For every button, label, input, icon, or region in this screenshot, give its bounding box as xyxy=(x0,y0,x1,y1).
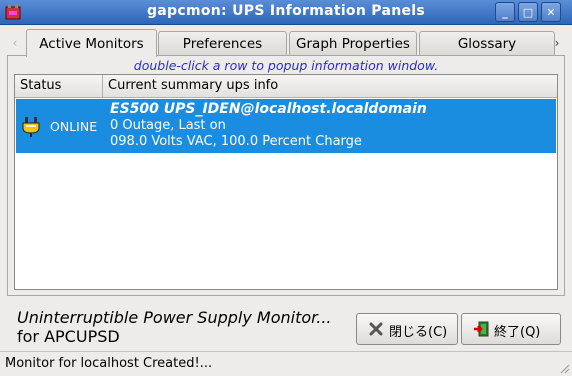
quit-button[interactable]: 終了(Q) xyxy=(461,313,561,345)
exit-door-icon xyxy=(474,321,489,337)
tab-scroll-left-icon[interactable]: ‹ xyxy=(10,33,20,53)
active-monitors-panel: double-click a row to popup information … xyxy=(7,55,565,296)
quit-button-label: 終了(Q) xyxy=(494,325,541,340)
window-title: gapcmon: UPS Information Panels xyxy=(146,3,426,19)
minimize-button[interactable]: _ xyxy=(495,2,515,22)
power-plug-icon xyxy=(22,117,40,137)
hint-text: double-click a row to popup information … xyxy=(133,58,439,73)
tab-active-monitors[interactable]: Active Monitors xyxy=(26,29,157,57)
tab-bar: ‹ Active Monitors Preferences Graph Prop… xyxy=(6,29,566,57)
close-button-label: 閉じる(C) xyxy=(389,325,448,340)
footer-line-1: Uninterruptible Power Supply Monitor... xyxy=(17,308,332,327)
column-header-info[interactable]: Current summary ups info xyxy=(103,75,557,97)
tab-preferences[interactable]: Preferences xyxy=(158,31,287,55)
row-summary: ES500 UPS_IDEN@localhost.localdomain 0 O… xyxy=(110,101,427,151)
close-icon xyxy=(369,322,383,336)
title-bar[interactable]: gapcmon: UPS Information Panels _ □ ✕ xyxy=(0,0,572,25)
close-window-button[interactable]: ✕ xyxy=(541,2,561,22)
status-message: Monitor for localhost Created!... xyxy=(5,356,213,371)
status-bar: Monitor for localhost Created!... xyxy=(0,351,572,376)
row-voltage: 098.0 Volts VAC, 100.0 Percent Charge xyxy=(110,134,362,149)
close-button[interactable]: 閉じる(C) xyxy=(356,313,458,345)
table-row[interactable]: ONLINE ES500 UPS_IDEN@localhost.localdom… xyxy=(16,99,556,153)
column-header-status[interactable]: Status xyxy=(15,75,103,97)
footer-description: Uninterruptible Power Supply Monitor... … xyxy=(17,308,332,346)
tab-glossary[interactable]: Glossary xyxy=(419,31,555,55)
monitor-list[interactable]: Status Current summary ups info ONLINE E… xyxy=(14,74,558,290)
footer-line-2: for APCUPSD xyxy=(17,327,120,346)
resize-grip-icon[interactable] xyxy=(558,362,570,374)
row-title: ES500 UPS_IDEN@localhost.localdomain xyxy=(110,101,427,117)
row-outage: 0 Outage, Last on xyxy=(110,117,226,133)
row-status: ONLINE xyxy=(50,119,98,134)
tab-scroll-right-icon[interactable]: › xyxy=(552,33,562,53)
maximize-button[interactable]: □ xyxy=(518,2,538,22)
tab-graph-properties[interactable]: Graph Properties xyxy=(289,31,417,55)
list-header: Status Current summary ups info xyxy=(15,75,557,98)
